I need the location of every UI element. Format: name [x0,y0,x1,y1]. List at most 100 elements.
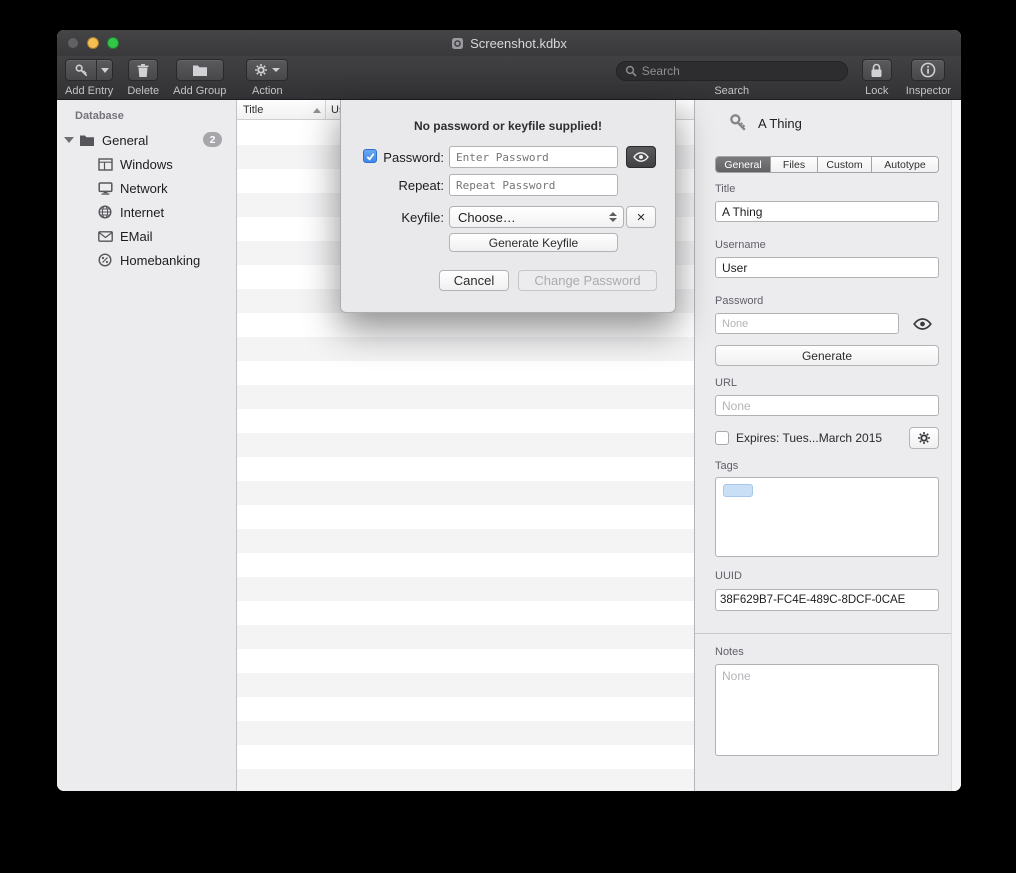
traffic-lights [67,37,119,49]
add-entry-item: Add Entry [65,59,113,97]
chevron-down-icon [272,68,280,72]
inspector-panel: A Thing General Files Custom Autotype Ti… [695,100,961,791]
generate-password-button[interactable]: Generate [715,345,939,366]
sidebar: Database General 2 Windows Network [57,100,237,791]
inspector-item: Inspector [906,59,951,97]
sidebar-item-general[interactable]: General 2 [57,128,236,152]
entry-title: A Thing [758,116,802,131]
sidebar-item-label: Internet [120,205,164,220]
action-item: Action [246,59,288,97]
add-group-label: Add Group [173,85,226,97]
sidebar-item-label: EMail [120,229,153,244]
password-input[interactable] [715,313,899,334]
gear-icon [917,431,931,445]
sidebar-item-label: Windows [120,157,173,172]
sidebar-item-internet[interactable]: Internet [57,200,236,224]
disclosure-triangle[interactable] [63,137,75,143]
search-input[interactable] [642,64,839,78]
change-password-button[interactable]: Change Password [518,270,657,291]
magnifier-icon [625,65,637,77]
x-icon: × [637,210,646,225]
folder-icon [78,134,96,147]
email-icon [96,231,114,242]
sidebar-item-label: General [102,133,148,148]
username-field-label: Username [715,239,766,251]
expires-settings-button[interactable] [909,427,939,449]
sidebar-item-network[interactable]: Network [57,176,236,200]
url-input[interactable] [715,395,939,416]
sheet-message: No password or keyfile supplied! [341,119,675,133]
title-field-label: Title [715,183,735,195]
inspector-tabs: General Files Custom Autotype [715,156,939,173]
minimize-button[interactable] [87,37,99,49]
sidebar-item-label: Network [120,181,168,196]
uuid-field-label: UUID [715,570,742,582]
tab-custom[interactable]: Custom [818,157,872,172]
add-entry-dropdown[interactable] [96,60,112,80]
delete-item: Delete [127,59,159,97]
delete-button[interactable] [128,59,158,81]
app-window: Screenshot.kdbx Add Entry Delete [57,30,961,791]
expires-checkbox[interactable] [715,431,729,445]
inspector-scrollbar[interactable] [951,100,961,791]
count-badge: 2 [203,132,222,147]
username-input[interactable] [715,257,939,278]
eye-icon [913,318,932,330]
sidebar-item-windows[interactable]: Windows [57,152,236,176]
sidebar-section-header: Database [57,108,236,128]
toolbar: Add Entry Delete Add Group [57,56,961,100]
tag-token[interactable] [723,484,753,497]
title-input[interactable] [715,201,939,222]
search-field[interactable] [616,61,848,81]
add-entry-button[interactable] [65,59,113,81]
lock-button[interactable] [862,59,892,81]
expires-label: Expires: Tues...March 2015 [736,431,882,445]
password-field[interactable] [449,146,618,168]
notes-textarea[interactable] [715,664,939,756]
key-icon [66,60,96,80]
gear-icon [254,63,268,77]
url-field-label: URL [715,377,737,389]
tab-general[interactable]: General [716,157,771,172]
change-password-sheet: No password or keyfile supplied! Passwor… [340,100,676,313]
password-field-label: Password [715,295,763,307]
tab-files[interactable]: Files [771,157,818,172]
lock-icon [870,63,883,78]
column-header-title[interactable]: Title [237,100,325,119]
keyfile-popup[interactable]: Choose… [449,206,624,228]
title-bar: Screenshot.kdbx [57,30,961,56]
generate-keyfile-button[interactable]: Generate Keyfile [449,233,618,252]
keyfile-label: Keyfile: [341,206,444,228]
repeat-label: Repeat: [341,174,444,196]
repeat-field[interactable] [449,174,618,196]
clear-keyfile-button[interactable]: × [626,206,656,228]
notes-field-label: Notes [715,646,744,658]
trash-icon [136,63,150,78]
action-button[interactable] [246,59,288,81]
network-icon [96,182,114,195]
tab-autotype[interactable]: Autotype [872,157,938,172]
reveal-password-button[interactable] [903,311,941,336]
search-label: Search [714,85,749,97]
inspector-button[interactable] [911,59,945,81]
lock-label: Lock [865,85,888,97]
sidebar-item-label: Homebanking [120,253,200,268]
uuid-input[interactable] [715,589,939,611]
reveal-password-button[interactable] [626,146,656,168]
zoom-button[interactable] [107,37,119,49]
eye-icon [633,152,649,162]
search-item: Search [616,59,848,97]
sidebar-item-email[interactable]: EMail [57,224,236,248]
add-group-button[interactable] [176,59,224,81]
document-icon [451,37,464,50]
close-button[interactable] [67,37,79,49]
inspector-label: Inspector [906,85,951,97]
section-divider [695,633,951,634]
lock-item: Lock [862,59,892,97]
add-group-item: Add Group [173,59,226,97]
cancel-button[interactable]: Cancel [439,270,509,291]
window-title: Screenshot.kdbx [470,36,567,51]
tags-box[interactable] [715,477,939,557]
sidebar-item-homebanking[interactable]: Homebanking [57,248,236,272]
action-label: Action [252,85,283,97]
